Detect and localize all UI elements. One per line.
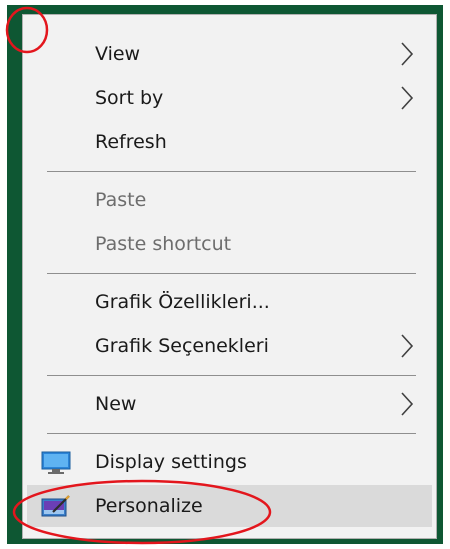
chevron-right-icon [401, 86, 414, 110]
menu-item-label: Paste [95, 189, 147, 211]
menu-separator [47, 375, 416, 376]
menu-item-new[interactable]: New [27, 383, 432, 425]
menu-item-view[interactable]: View [27, 33, 432, 75]
chevron-right-icon [401, 42, 414, 66]
menu-item-label: Personalize [95, 495, 203, 517]
menu-item-personalize[interactable]: Personalize [27, 485, 432, 527]
menu-item-label: Grafik Seçenekleri [95, 335, 269, 357]
menu-item-paste-shortcut: Paste shortcut [27, 223, 432, 265]
menu-separator [47, 273, 416, 274]
menu-item-paste: Paste [27, 179, 432, 221]
menu-item-label: New [95, 393, 137, 415]
menu-item-label: Display settings [95, 451, 247, 473]
display-settings-icon [41, 451, 71, 474]
menu-item-label: View [95, 43, 141, 65]
menu-item-refresh[interactable]: Refresh [27, 121, 432, 163]
menu-item-label: Sort by [95, 87, 164, 109]
menu-separator [47, 171, 416, 172]
menu-item-sort-by[interactable]: Sort by [27, 77, 432, 119]
menu-item-grafik-secenekleri[interactable]: Grafik Seçenekleri [27, 325, 432, 367]
menu-item-label: Refresh [95, 131, 167, 153]
menu-item-grafik-ozellikleri[interactable]: Grafik Özellikleri... [27, 281, 432, 323]
chevron-right-icon [401, 392, 414, 416]
menu-item-display-settings[interactable]: Display settings [27, 441, 432, 483]
menu-item-label: Grafik Özellikleri... [95, 291, 270, 313]
menu-item-label: Paste shortcut [95, 233, 232, 255]
menu-separator [47, 433, 416, 434]
chevron-right-icon [401, 334, 414, 358]
personalize-icon [41, 495, 70, 517]
desktop-context-menu: View Sort by Refresh Paste Paste shortcu… [22, 14, 437, 539]
